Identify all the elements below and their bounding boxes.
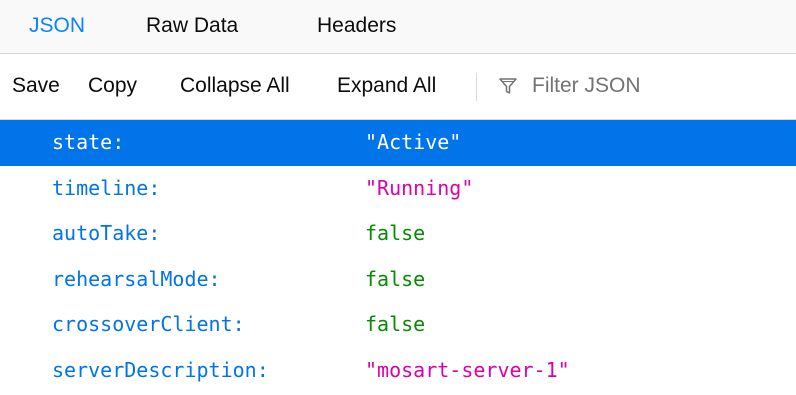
json-key: serverDescription: [52,357,269,382]
tab-headers[interactable]: Headers [317,0,396,53]
tab-json[interactable]: JSON [29,0,85,53]
json-value: "Active" [365,130,462,154]
json-value: false [365,221,426,245]
json-row-timeline[interactable]: timeline: "Running" [0,166,796,212]
json-value: "mosart-server-1" [365,357,570,382]
filter-icon [499,78,517,94]
filter-placeholder: Filter JSON [532,74,641,97]
json-key: timeline: [52,175,161,200]
json-value: false [365,266,426,291]
tab-raw-data[interactable]: Raw Data [146,0,238,53]
json-key: autoTake: [52,221,161,245]
tab-bar: JSON Raw Data Headers [0,0,796,54]
json-key: state: [52,130,125,154]
json-row-state[interactable]: state: "Active" [0,120,796,166]
filter-json-input[interactable]: Filter JSON [494,69,784,103]
save-button[interactable]: Save [12,69,60,103]
json-key: crossoverClient: [52,312,245,336]
copy-button[interactable]: Copy [88,69,137,103]
json-row-serverdescription[interactable]: serverDescription: "mosart-server-1" [0,348,796,394]
json-row-crossoverclient[interactable]: crossoverClient: false [0,302,796,348]
json-toolbar: Save Copy Collapse All Expand All Filter… [0,54,796,120]
json-key: rehearsalMode: [52,266,221,291]
json-row-rehearsalmode[interactable]: rehearsalMode: false [0,257,796,303]
toolbar-divider [476,73,477,101]
collapse-all-button[interactable]: Collapse All [180,69,290,103]
json-row-autotake[interactable]: autoTake: false [0,211,796,257]
expand-all-button[interactable]: Expand All [337,69,436,103]
json-value: false [365,312,426,336]
json-value: "Running" [365,175,474,200]
json-tree: state: "Active" timeline: "Running" auto… [0,120,796,393]
